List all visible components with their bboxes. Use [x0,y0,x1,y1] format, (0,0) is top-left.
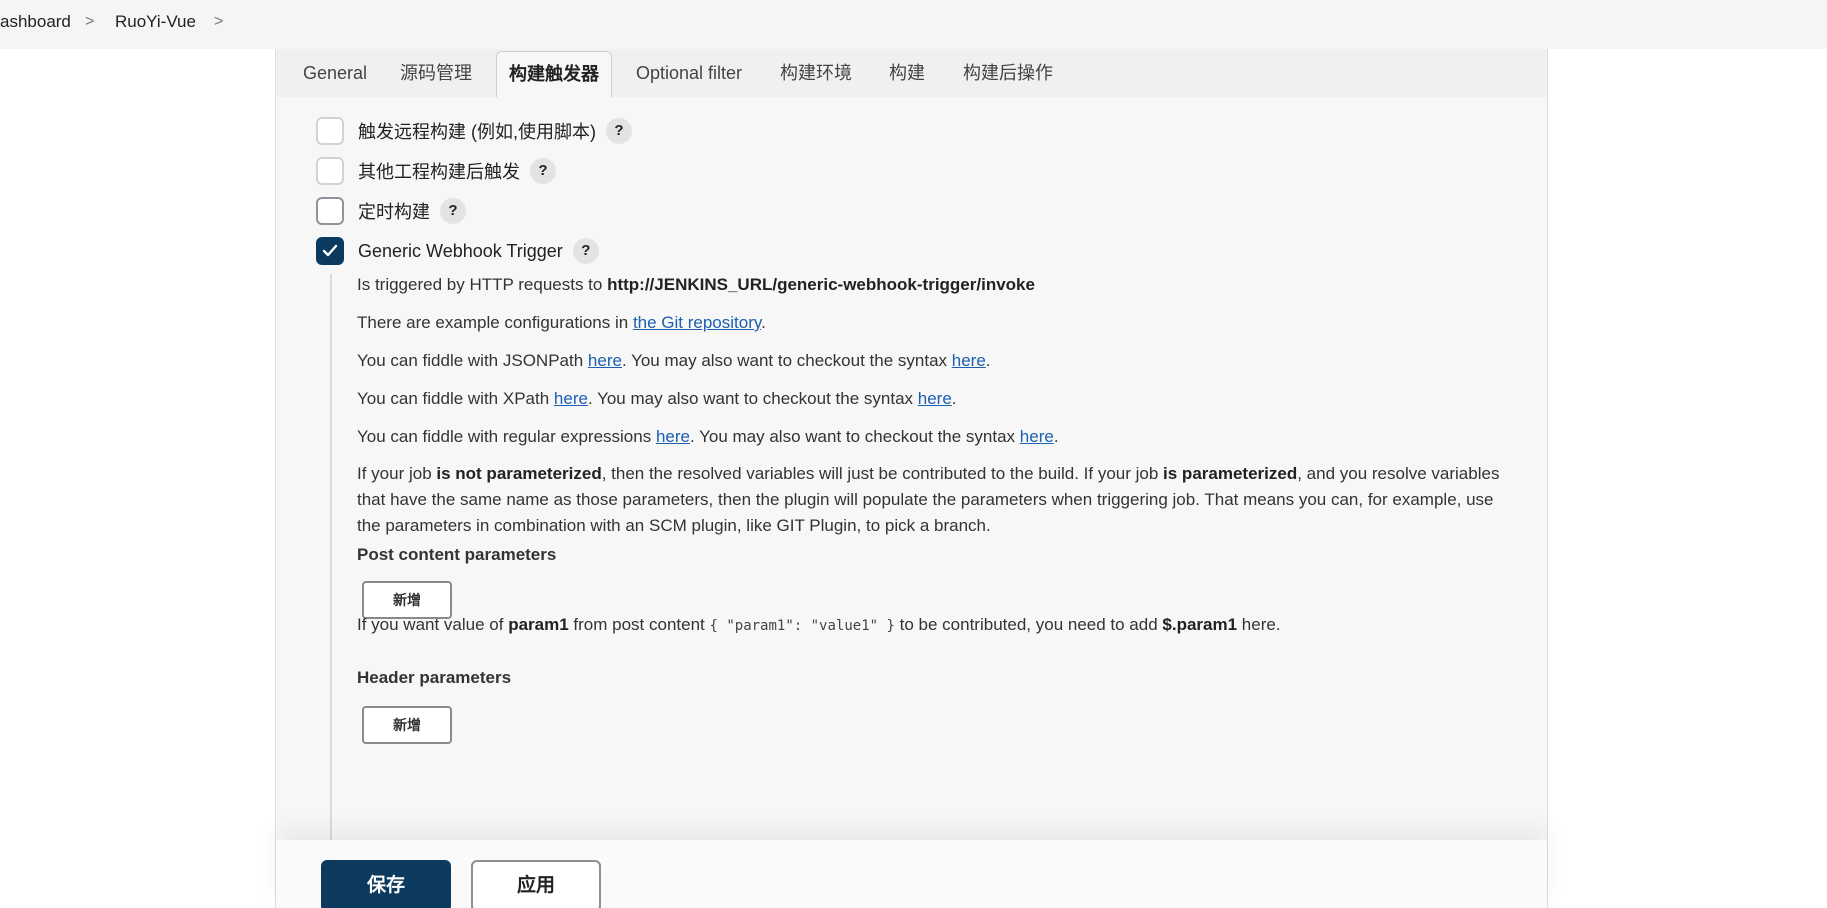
trigger-remote-option: 触发远程构建 (例如,使用脚本) ? [316,116,632,146]
trigger-periodic-checkbox[interactable] [316,197,344,225]
trigger-periodic-label[interactable]: 定时构建 [358,198,430,224]
breadcrumb-dashboard[interactable]: ashboard [0,11,71,33]
trigger-upstream-option: 其他工程构建后触发 ? [316,156,556,186]
header-parameters-heading: Header parameters [357,668,512,687]
trigger-periodic-option: 定时构建 ? [316,196,466,226]
jsonpath-text: You can fiddle with JSONPath here. You m… [357,351,991,370]
post-content-parameters-heading: Post content parameters [357,545,557,564]
xpath-text: You can fiddle with XPath here. You may … [357,389,957,408]
jsonpath-fiddle-link[interactable]: here [588,351,622,370]
breadcrumb-separator-icon: > [85,13,95,30]
xpath-fiddle-link[interactable]: here [554,389,588,408]
trigger-webhook-label[interactable]: Generic Webhook Trigger [358,241,563,262]
regex-text: You can fiddle with regular expressions … [357,427,1059,446]
webhook-url-text: Is triggered by HTTP requests to http://… [357,275,1035,294]
trigger-webhook-checkbox[interactable] [316,237,344,265]
trigger-upstream-checkbox[interactable] [316,157,344,185]
git-repository-link[interactable]: the Git repository [633,313,761,332]
add-header-parameter-button[interactable]: 新增 [362,706,452,744]
tab-general[interactable]: General [291,51,379,97]
webhook-url: http://JENKINS_URL/generic-webhook-trigg… [607,275,1035,294]
trigger-remote-checkbox[interactable] [316,117,344,145]
jsonpath-syntax-link[interactable]: here [952,351,986,370]
tab-post-build[interactable]: 构建后操作 [951,51,1065,97]
breadcrumb-chevron-icon[interactable]: > [214,11,223,33]
xpath-syntax-link[interactable]: here [918,389,952,408]
examples-text: There are example configurations in the … [357,313,766,332]
tab-optional-filter[interactable]: Optional filter [624,51,754,97]
help-icon[interactable]: ? [572,238,599,264]
tab-build[interactable]: 构建 [877,51,937,97]
tab-build-environment[interactable]: 构建环境 [768,51,864,97]
breadcrumb: ashboard > RuoYi-Vue > [0,0,1827,49]
checkmark-icon [322,244,338,257]
regex-syntax-link[interactable]: here [1020,427,1054,446]
apply-button[interactable]: 应用 [471,860,601,908]
regex-fiddle-link[interactable]: here [656,427,690,446]
tab-build-triggers[interactable]: 构建触发器 [496,51,612,97]
help-icon[interactable]: ? [440,198,466,224]
action-bar: 保存 应用 [276,840,1547,908]
trigger-upstream-label[interactable]: 其他工程构建后触发 [358,158,520,184]
trigger-remote-label[interactable]: 触发远程构建 (例如,使用脚本) [358,118,596,144]
section-tabs: General 源码管理 构建触发器 Optional filter 构建环境 … [276,49,1547,97]
help-icon[interactable]: ? [606,118,632,144]
tab-source-code[interactable]: 源码管理 [388,51,484,97]
parameterized-explanation: If your job is not parameterized, then t… [357,464,1500,535]
trigger-webhook-option: Generic Webhook Trigger ? [316,236,599,266]
help-icon[interactable]: ? [530,158,556,184]
nested-section-border [330,274,332,894]
breadcrumb-ruoyi-vue[interactable]: RuoYi-Vue [115,11,196,33]
save-button[interactable]: 保存 [321,860,451,908]
config-panel: General 源码管理 构建触发器 Optional filter 构建环境 … [275,49,1548,908]
post-content-hint: If you want value of param1 from post co… [357,615,1281,634]
